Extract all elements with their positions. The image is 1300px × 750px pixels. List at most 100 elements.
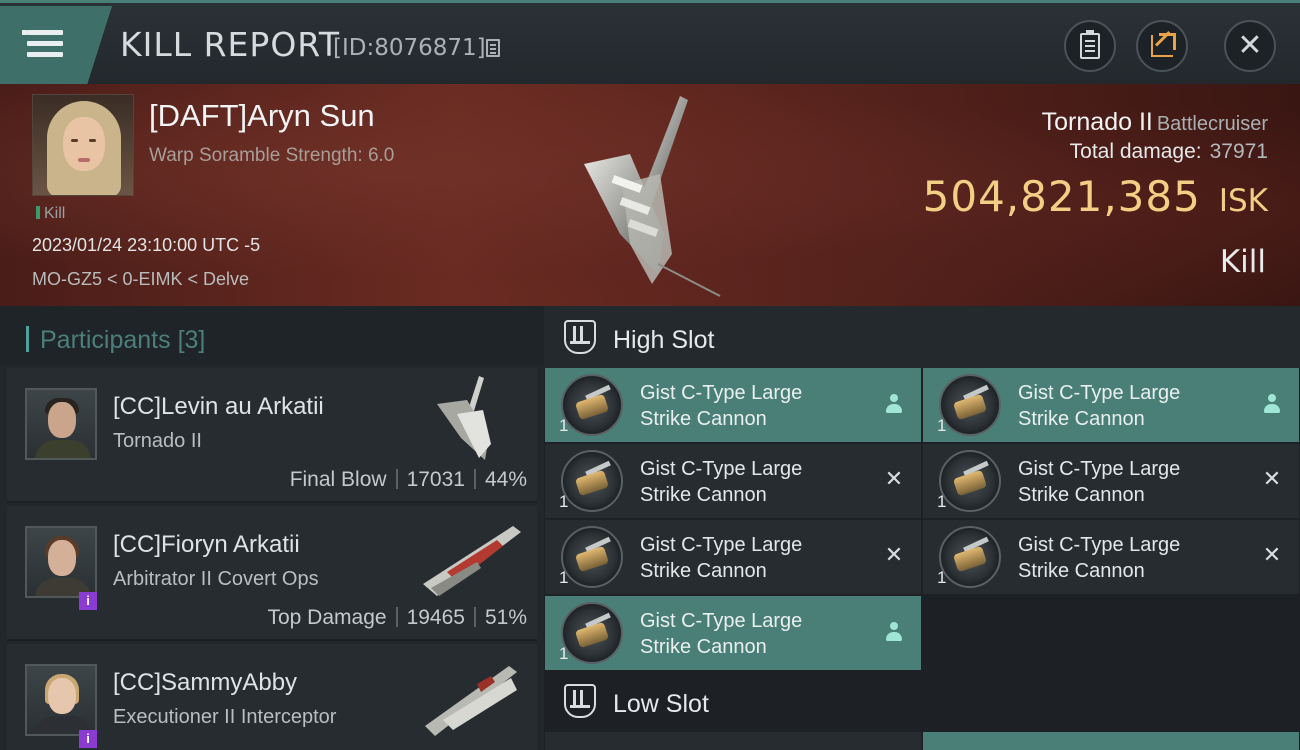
participant-ship: Executioner II Interceptor (113, 706, 337, 728)
module-item[interactable]: 1 Gist C-Type Large Strike Cannon (923, 368, 1299, 442)
module-name-line1: Gist C-Type Large (640, 382, 803, 404)
cannon-icon (561, 450, 623, 512)
module-item[interactable] (923, 732, 1299, 750)
avatar[interactable] (25, 664, 97, 736)
victim-ship-class: Battlecruiser (1156, 113, 1268, 135)
participants-panel: Participants [3] [CC]Levin au Arkatii To… (0, 306, 544, 750)
person-icon (1263, 394, 1281, 414)
total-damage-value: 37971 (1209, 140, 1268, 163)
result-label: Kill (1219, 244, 1266, 280)
avatar-head (48, 678, 76, 714)
participants-title: Participants [3] (40, 326, 205, 355)
info-icon[interactable]: i (79, 730, 97, 748)
cannon-icon (561, 374, 623, 436)
module-name-line2: Strike Cannon (1018, 484, 1145, 506)
share-icon (1151, 33, 1176, 57)
person-icon (885, 622, 903, 642)
cannon-body (952, 545, 988, 573)
module-item[interactable] (545, 732, 921, 750)
avatar-body (35, 440, 91, 458)
victim-banner: [DAFT]Aryn Sun Warp Soramble Strength: 6… (0, 84, 1300, 306)
victim-portrait[interactable] (32, 94, 134, 196)
kill-datetime: 2023/01/24 23:10:00 UTC -5 (32, 235, 261, 255)
close-button[interactable]: ✕ (1224, 20, 1276, 72)
dropped-status (1259, 391, 1285, 417)
module-item[interactable]: 1 Gist C-Type Large Strike Cannon ✕ (923, 520, 1299, 594)
module-name: Gist C-Type Large Strike Cannon (640, 532, 870, 584)
participant-ship-image[interactable] (417, 650, 527, 740)
total-damage: Total damage: 37971 (1070, 140, 1268, 164)
x-icon: ✕ (1262, 543, 1282, 568)
participant-row[interactable]: i [CC]SammyAbby Executioner II Intercept… (7, 644, 537, 750)
hamburger-icon-bar (27, 41, 63, 46)
portrait-face (63, 117, 105, 171)
info-icon[interactable]: i (79, 592, 97, 610)
hamburger-icon-bar (27, 52, 63, 57)
cannon-body (574, 621, 610, 649)
kill-tag-label: Kill (44, 205, 66, 222)
module-name-line2: Strike Cannon (640, 484, 767, 506)
module-item[interactable]: 1 Gist C-Type Large Strike Cannon ✕ (923, 444, 1299, 518)
module-name-line2: Strike Cannon (1018, 408, 1145, 430)
kill-pip (36, 206, 40, 219)
hamburger-icon (27, 30, 63, 35)
participant-ship-image[interactable] (417, 374, 527, 464)
participant-row[interactable]: [CC]Levin au Arkatii Tornado II Final Bl… (7, 368, 537, 503)
victim-ship-name: Tornado II (1041, 108, 1153, 136)
menu-button[interactable] (0, 6, 112, 84)
isk-value: 504,821,385 (922, 172, 1201, 221)
cannon-icon (939, 374, 1001, 436)
module-quantity: 1 (937, 416, 947, 435)
close-icon: ✕ (1237, 28, 1263, 63)
module-name: Gist C-Type Large Strike Cannon (640, 456, 870, 508)
low-slot-title: Low Slot (613, 690, 709, 718)
portrait-eye (71, 139, 78, 142)
participants-accent (26, 326, 29, 352)
dropped-status (881, 619, 907, 645)
avatar-head (48, 540, 76, 576)
kill-location[interactable]: MO-GZ5 < 0-EIMK < Delve (32, 269, 249, 290)
module-name-line1: Gist C-Type Large (640, 610, 803, 632)
cannon-body (952, 469, 988, 497)
module-item[interactable]: 1 Gist C-Type Large Strike Cannon ✕ (545, 520, 921, 594)
module-quantity: 1 (559, 568, 569, 587)
clipboard-button[interactable] (1064, 20, 1116, 72)
slot-icon (564, 684, 596, 718)
module-name-line1: Gist C-Type Large (1018, 534, 1181, 556)
damage-percent: 51% (484, 606, 527, 629)
cannon-icon (561, 602, 623, 664)
person-icon (885, 394, 903, 414)
copy-icon[interactable] (486, 39, 500, 57)
module-name: Gist C-Type Large Strike Cannon (1018, 380, 1248, 432)
isk-unit: ISK (1218, 183, 1268, 219)
avatar[interactable] (25, 526, 97, 598)
fitting-panel: High Slot 1 Gist C-Type Large Strike Cann… (544, 306, 1300, 750)
module-name-line2: Strike Cannon (640, 408, 767, 430)
module-item[interactable]: 1 Gist C-Type Large Strike Cannon ✕ (545, 444, 921, 518)
damage-value: 19465 (406, 606, 465, 629)
cannon-body (952, 393, 988, 421)
victim-ship[interactable]: Tornado II Battlecruiser (1042, 108, 1268, 137)
share-button[interactable] (1136, 20, 1188, 72)
cannon-body (574, 393, 610, 421)
module-name: Gist C-Type Large Strike Cannon (640, 608, 870, 660)
module-item[interactable]: 1 Gist C-Type Large Strike Cannon (545, 368, 921, 442)
module-item[interactable]: 1 Gist C-Type Large Strike Cannon (545, 596, 921, 670)
damage-percent: 44% (484, 468, 527, 491)
victim-name[interactable]: [DAFT]Aryn Sun (149, 98, 375, 134)
module-name-line2: Strike Cannon (640, 560, 767, 582)
participant-ship: Tornado II (113, 430, 202, 452)
stat-separator (473, 469, 476, 489)
slot-icon (564, 320, 596, 354)
participant-name: [CC]Fioryn Arkatii (113, 531, 300, 558)
participant-row[interactable]: i [CC]Fioryn Arkatii Arbitrator II Cover… (7, 506, 537, 641)
victim-ship-image[interactable] (560, 84, 750, 306)
stat-separator (473, 607, 476, 627)
avatar[interactable] (25, 388, 97, 460)
title-bar: KILL REPORT [ID:8076871] ✕ (0, 0, 1300, 84)
participant-ship-image[interactable] (417, 512, 527, 602)
low-slot-header: Low Slot (544, 670, 1300, 732)
stat-label: Final Blow (289, 468, 387, 491)
module-name-line1: Gist C-Type Large (640, 534, 803, 556)
module-name-line2: Strike Cannon (1018, 560, 1145, 582)
